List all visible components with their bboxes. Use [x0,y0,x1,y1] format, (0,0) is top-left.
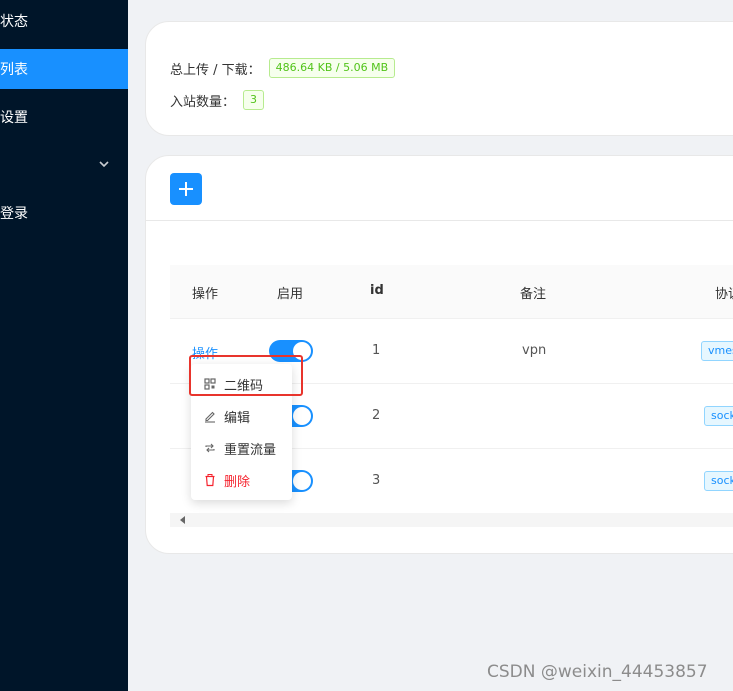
edit-icon [203,409,217,423]
dropdown-item-delete[interactable]: 删除 [191,464,292,496]
column-header-id: id [370,283,384,298]
row-id: 3 [372,473,381,488]
column-header-remark: 备注 [520,287,547,302]
inbound-count-tag: 3 [243,90,265,110]
sidebar-item-panel-settings[interactable]: 板设置 [0,97,128,137]
scroll-left-arrow-icon[interactable] [180,516,185,524]
inbound-count-stat: 入站数量： 3 [170,90,265,110]
add-inbound-button[interactable] [170,173,202,205]
dropdown-item-edit[interactable]: 编辑 [191,400,292,432]
protocol-tag: socks [704,406,733,426]
dropdown-item-label: 二维码 [224,378,264,394]
qrcode-icon [203,377,217,391]
column-header-protocol: 协议 [715,287,733,302]
sidebar-item-label: 板设置 [0,110,28,126]
column-header-enable: 启用 [277,287,304,302]
row-id: 2 [372,408,381,423]
inbound-count-label: 入站数量： [170,94,236,110]
stats-card: 总上传 / 下载： 486.64 KB / 5.06 MB 入站数量： 3 [145,21,733,136]
sidebar-item-inbound-list[interactable]: 站列表 [0,49,128,89]
sidebar-item-label: 出登录 [0,206,28,222]
dropdown-item-reset-traffic[interactable]: 重置流量 [191,432,292,464]
dropdown-item-label: 编辑 [224,410,251,426]
chevron-down-icon [99,161,109,168]
traffic-stat: 总上传 / 下载： 486.64 KB / 5.06 MB [170,58,396,78]
sidebar: 统状态 站列表 板设置 他 出登录 [0,0,128,691]
sidebar-item-label: 统状态 [0,14,28,30]
protocol-tag: vmess [701,341,733,361]
dropdown-item-label: 删除 [224,474,251,490]
row-action-link[interactable]: 操作 [192,343,218,362]
dropdown-item-label: 重置流量 [224,442,277,458]
sidebar-item-other[interactable]: 他 [0,145,128,185]
traffic-label: 总上传 / 下载： [170,62,261,78]
divider [146,220,733,221]
reset-icon [203,441,217,455]
row-remark: vpn [522,343,547,358]
dropdown-item-qrcode[interactable]: 二维码 [191,368,292,400]
watermark-text: CSDN @weixin_44453857 [487,662,708,682]
traffic-value-tag: 486.64 KB / 5.06 MB [268,58,396,78]
sidebar-item-system-status[interactable]: 统状态 [0,1,128,41]
sidebar-item-label: 站列表 [0,62,28,78]
protocol-tag: socks [704,471,733,491]
table-header: 操作 启用 id 备注 协议 [170,265,733,319]
horizontal-scrollbar[interactable] [170,513,733,527]
sidebar-item-logout[interactable]: 出登录 [0,193,128,233]
row-action-dropdown: 二维码 编辑 重置流量 删除 [191,364,292,500]
column-header-action: 操作 [192,287,219,302]
enable-toggle[interactable] [269,340,313,362]
delete-icon [203,473,217,487]
row-id: 1 [372,343,381,358]
